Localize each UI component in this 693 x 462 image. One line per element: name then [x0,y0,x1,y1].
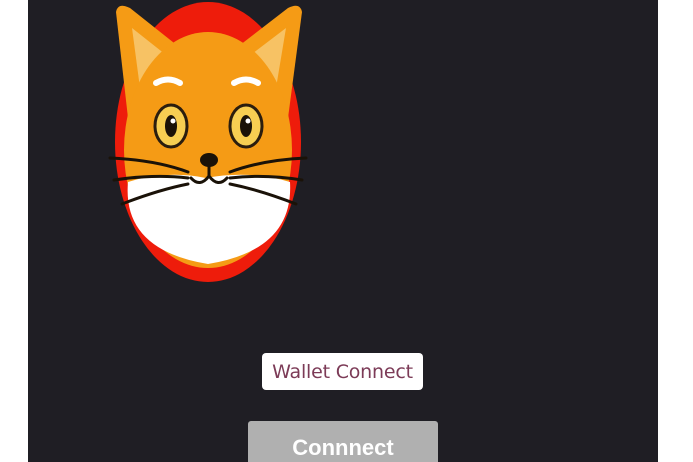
cat-face-icon [108,2,308,282]
wallet-connect-label: Wallet Connect [272,360,413,383]
connect-label: Connnect [292,435,394,460]
connect-button[interactable]: Connnect [248,421,438,462]
wallet-connect-button[interactable]: Wallet Connect [262,353,423,390]
app-panel: Wallet Connect Connnect [28,0,658,462]
